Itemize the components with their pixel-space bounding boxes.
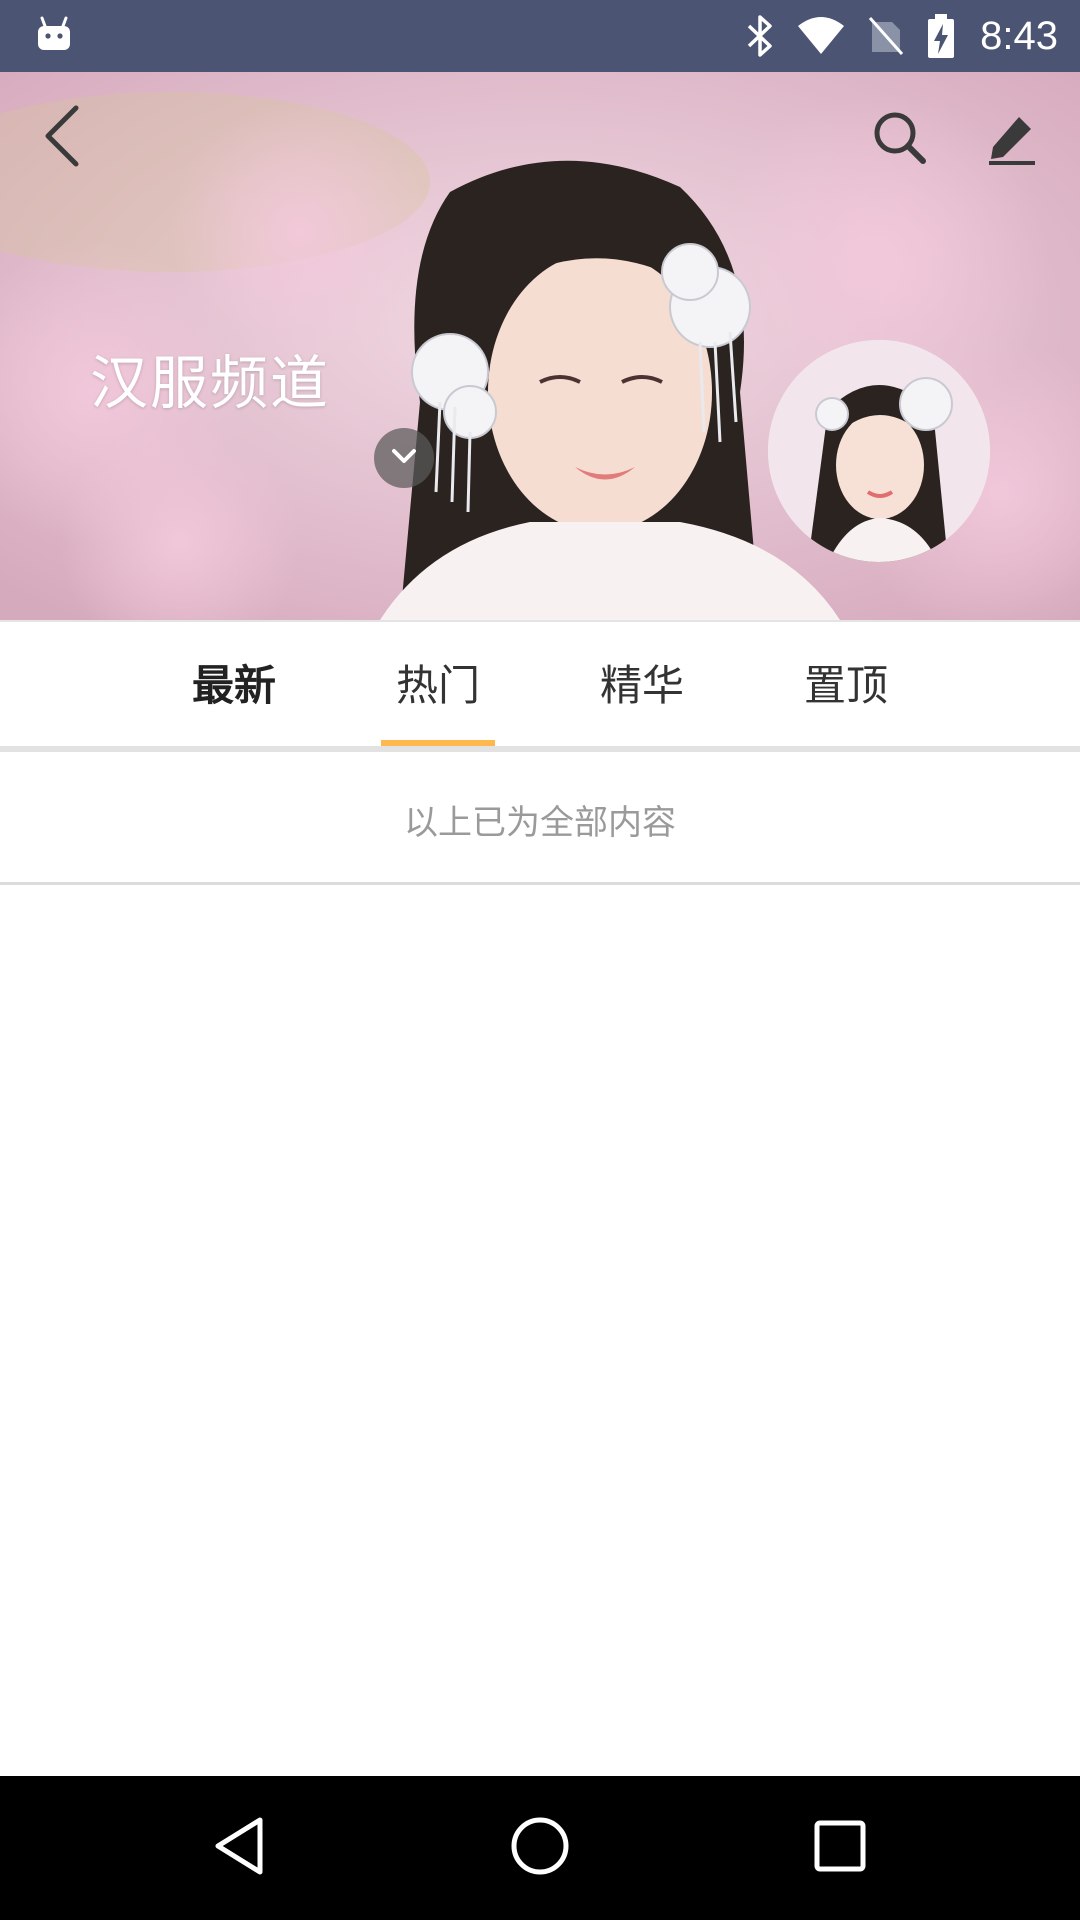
tab-hot[interactable]: 热门 [338, 622, 538, 742]
tab-pinned[interactable]: 置顶 [746, 622, 946, 742]
chevron-down-icon [390, 447, 418, 469]
back-arrow-icon [40, 104, 88, 172]
tab-featured[interactable]: 精华 [542, 622, 742, 742]
channel-avatar[interactable] [768, 340, 990, 562]
content-divider [0, 882, 1080, 885]
navigation-bar [0, 1776, 1080, 1920]
search-icon [871, 109, 929, 171]
nav-home-button[interactable] [490, 1798, 590, 1898]
back-button[interactable] [24, 98, 104, 178]
nav-back-button[interactable] [190, 1798, 290, 1898]
status-time: 8:43 [980, 13, 1058, 58]
channel-dropdown-button[interactable] [374, 428, 434, 488]
edit-button[interactable] [972, 100, 1052, 180]
no-sim-icon [868, 16, 904, 56]
status-bar: 8:43 [0, 0, 1080, 72]
channel-banner: 汉服频道 [0, 72, 1080, 620]
nav-recents-icon [810, 1816, 870, 1880]
nav-home-icon [508, 1814, 572, 1882]
search-button[interactable] [860, 100, 940, 180]
tab-bar: 最新 热门 精华 置顶 [0, 620, 1080, 752]
channel-screen: 8:43 汉服频道 最新 热门 精华 置顶 以上已为全部内容 [0, 0, 1080, 1920]
end-of-content-message: 以上已为全部内容 [404, 802, 676, 843]
status-icons: 8:43 [724, 0, 1058, 72]
edit-pencil-icon [985, 111, 1039, 169]
android-notification-icon [34, 14, 74, 54]
nav-recents-button[interactable] [790, 1798, 890, 1898]
nav-back-icon [210, 1814, 270, 1882]
battery-charging-icon [926, 12, 956, 60]
wifi-icon [796, 16, 846, 56]
tab-latest[interactable]: 最新 [134, 622, 334, 742]
tabs-divider [0, 746, 1080, 752]
channel-title: 汉服频道 [90, 349, 331, 417]
bluetooth-icon [746, 14, 774, 58]
